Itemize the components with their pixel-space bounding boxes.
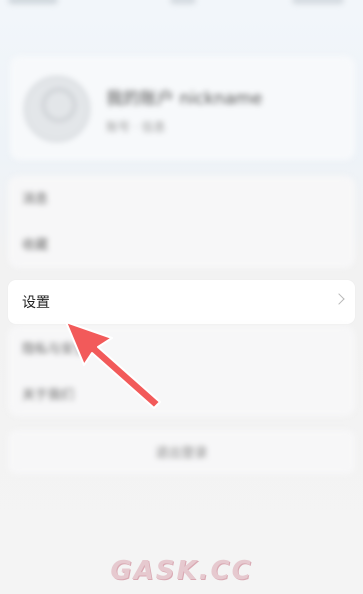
chevron-right-icon [333,293,345,305]
menu-list-bottom: 隐私与安全 关于我们 [8,326,355,416]
status-time [8,0,58,4]
logout-button-label: 退出登录 [155,446,208,461]
status-center [170,0,196,4]
settings-menu-item[interactable]: 设置 [8,280,355,324]
status-icons [292,0,344,4]
profile-name: 我的账户 nickname [106,89,263,109]
status-bar [0,0,363,12]
avatar[interactable] [24,76,90,142]
settings-label: 设置 [22,295,50,311]
logout-button[interactable]: 退出登录 [8,430,355,474]
profile-card[interactable]: 我的账户 nickname 账号 · 信息 [10,56,355,160]
menu-item-favorites[interactable]: 收藏 [22,234,48,253]
profile-subtitle: 账号 · 信息 [106,120,166,134]
menu-item-privacy[interactable]: 隐私与安全 [22,338,87,357]
menu-item-about[interactable]: 关于我们 [22,384,74,403]
menu-item-messages[interactable]: 消息 [22,188,48,207]
watermark: GASK.CC [110,556,253,586]
menu-list-top: 消息 收藏 [8,176,355,268]
